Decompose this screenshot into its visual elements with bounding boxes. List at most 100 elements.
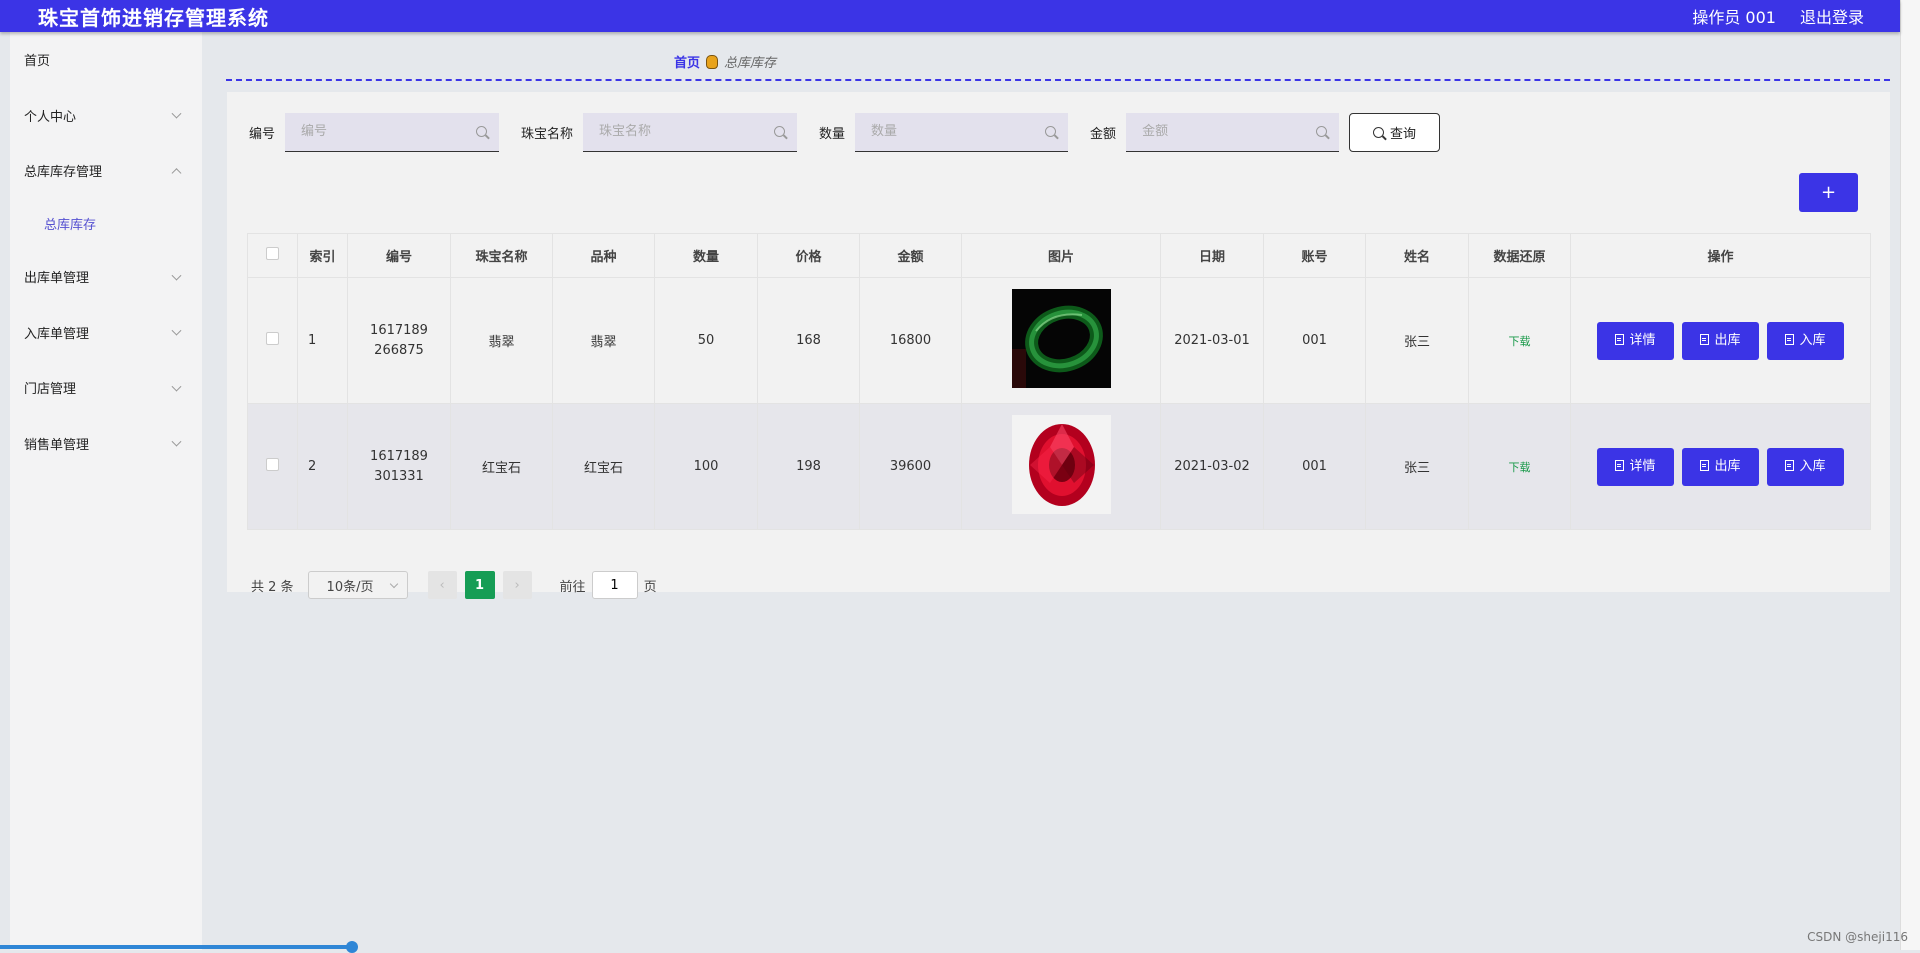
column-header: 索引 [298,234,348,278]
page-1-button[interactable]: 1 [465,571,495,599]
quantity-cell: 50 [655,278,758,404]
name-label: 珠宝名称 [521,123,573,142]
breadcrumb-current: 总库库存 [724,52,776,71]
page-size-value: 10条/页 [327,576,374,595]
search-icon [1373,127,1384,138]
table-row: 1 1617189266875 翡翠 翡翠 50 168 16800 [248,278,1871,404]
next-page-button[interactable]: › [503,571,532,599]
image-cell [962,278,1161,404]
restore-cell: 下载 [1469,404,1571,530]
total-count: 共 2 条 [251,576,294,595]
variety-cell: 翡翠 [553,278,655,404]
name-input[interactable] [583,113,797,151]
column-header: 价格 [758,234,860,278]
page-suffix: 页 [644,576,657,595]
document-icon [1615,334,1624,345]
operator-label: 操作员 001 [1692,4,1776,28]
search-bar: 编号 珠宝名称 数量 金额 查询 [227,112,1440,152]
document-icon [1700,460,1709,471]
sidebar-subitem-inventory[interactable]: 总库库存 [10,199,202,249]
stock-in-button[interactable]: 入库 [1767,322,1844,360]
sidebar-item-personal-center[interactable]: 个人中心 [10,88,202,144]
chevron-up-icon [172,168,182,178]
select-all-checkbox[interactable] [266,247,279,260]
search-icon [476,126,487,137]
quantity-cell: 100 [655,404,758,530]
quantity-field [855,113,1068,152]
watermark: CSDN @sheji116 [1807,930,1908,944]
stock-in-label: 入库 [1799,459,1825,474]
progress-knob [346,941,358,953]
price-cell: 168 [758,278,860,404]
search-icon [1045,126,1056,137]
search-icon [774,126,785,137]
date-cell: 2021-03-01 [1161,278,1264,404]
sidebar-item-label: 入库单管理 [24,323,89,342]
sidebar-item-label: 首页 [24,50,50,69]
actions-cell: 详情 出库 入库 [1571,404,1871,530]
stock-out-label: 出库 [1714,333,1740,348]
sidebar-item-label: 总库库存 [44,214,96,233]
row-checkbox[interactable] [266,332,279,345]
code-field [285,113,499,152]
logout-link[interactable]: 退出登录 [1800,4,1864,28]
amount-cell: 16800 [860,278,962,404]
index-cell: 1 [298,278,348,404]
ruby-gem-image [1012,415,1111,514]
sidebar: 首页 个人中心 总库库存管理 总库库存 出库单管理 入库单管理 门店管理 销售单… [10,32,202,950]
stock-in-label: 入库 [1799,333,1825,348]
detail-button[interactable]: 详情 [1597,322,1674,360]
detail-label: 详情 [1629,333,1655,348]
column-header: 数量 [655,234,758,278]
sidebar-item-label: 出库单管理 [24,267,89,286]
quantity-input[interactable] [855,113,1068,151]
table-row: 2 1617189301331 红宝石 红宝石 100 198 39600 [248,404,1871,530]
page-load-progress [0,945,352,949]
bag-icon [706,55,718,69]
stock-out-button[interactable]: 出库 [1682,322,1759,360]
top-bar: 珠宝首饰进销存管理系统 操作员 001 退出登录 [0,0,1900,32]
stock-out-button[interactable]: 出库 [1682,448,1759,486]
sidebar-item-label: 销售单管理 [24,434,89,453]
breadcrumb-home[interactable]: 首页 [674,52,700,71]
detail-label: 详情 [1629,459,1655,474]
divider [226,79,1890,81]
row-select-cell [248,278,298,404]
actions-cell: 详情 出库 入库 [1571,278,1871,404]
code-input[interactable] [285,113,499,151]
sidebar-item-outbound-orders[interactable]: 出库单管理 [10,249,202,305]
person-cell: 张三 [1366,278,1469,404]
add-button[interactable]: + [1799,173,1858,212]
select-all-cell [248,234,298,278]
name-cell: 红宝石 [451,404,553,530]
column-header: 金额 [860,234,962,278]
quantity-label: 数量 [819,123,845,142]
download-link[interactable]: 下载 [1509,335,1531,348]
amount-label: 金额 [1090,123,1116,142]
detail-button[interactable]: 详情 [1597,448,1674,486]
document-icon [1700,334,1709,345]
goto-page-input[interactable] [592,571,638,599]
stock-in-button[interactable]: 入库 [1767,448,1844,486]
sidebar-item-inventory-management[interactable]: 总库库存管理 [10,143,202,199]
sidebar-item-inbound-orders[interactable]: 入库单管理 [10,304,202,360]
code-cell: 1617189266875 [348,278,451,404]
content-panel: 编号 珠宝名称 数量 金额 查询 [227,92,1890,592]
download-link[interactable]: 下载 [1509,461,1531,474]
query-button[interactable]: 查询 [1349,113,1440,152]
table-header: 索引 编号 珠宝名称 品种 数量 价格 金额 图片 日期 账号 姓名 数据还原 … [248,234,1871,278]
search-icon [1316,126,1327,137]
sidebar-item-home[interactable]: 首页 [10,32,202,88]
amount-input[interactable] [1126,113,1339,151]
sidebar-item-label: 个人中心 [24,106,76,125]
row-checkbox[interactable] [266,458,279,471]
column-header: 数据还原 [1469,234,1571,278]
column-header: 品种 [553,234,655,278]
prev-page-button[interactable]: ‹ [428,571,457,599]
app-title: 珠宝首饰进销存管理系统 [38,2,269,31]
window-scrollbar[interactable] [1900,0,1920,950]
sidebar-item-stores[interactable]: 门店管理 [10,360,202,416]
sidebar-item-sales-orders[interactable]: 销售单管理 [10,416,202,472]
page-size-select[interactable]: 10条/页 [308,571,408,599]
document-icon [1785,334,1794,345]
